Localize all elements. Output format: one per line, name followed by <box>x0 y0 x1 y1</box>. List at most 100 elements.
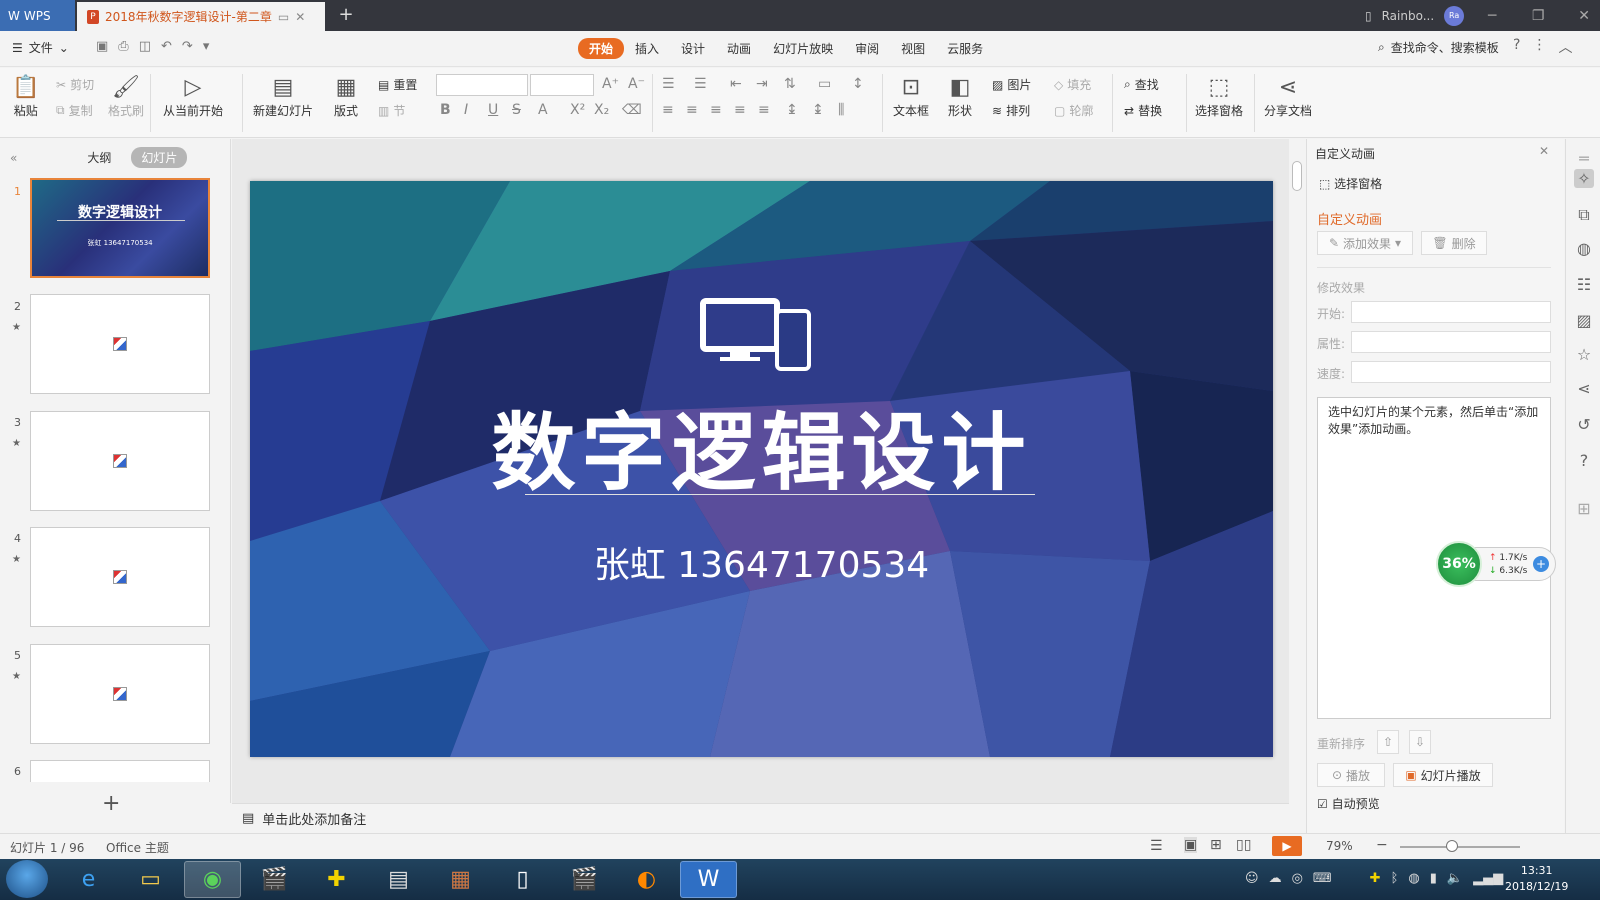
user-name[interactable]: Rainbo... <box>1382 9 1435 23</box>
plus-icon[interactable]: + <box>1533 556 1549 572</box>
share-button[interactable]: ⋖ 分享文档 <box>1264 74 1312 119</box>
checkbox-icon[interactable]: ☑ <box>1317 797 1332 811</box>
new-slide-button[interactable]: ▤ 新建幻灯片 <box>253 74 313 119</box>
ime-icon[interactable]: ⌨ <box>1313 871 1332 886</box>
command-search[interactable]: ⌕ 查找命令、搜索模板 <box>1378 39 1499 56</box>
preview-icon[interactable]: ◫ <box>139 39 151 54</box>
cloud-icon[interactable]: ☁ <box>1269 871 1282 886</box>
picture-button[interactable]: ▨ 图片 <box>992 76 1031 93</box>
slideshow-button[interactable]: ▣ 幻灯片播放 <box>1393 763 1493 787</box>
find-button[interactable]: ⌕ 查找 <box>1124 76 1159 93</box>
animation-icon[interactable]: ✧ <box>1574 169 1594 188</box>
minimize-pane-icon[interactable]: ═ <box>1574 149 1594 168</box>
close-pane-icon[interactable]: ✕ <box>1539 144 1549 158</box>
properties-icon[interactable]: ☷ <box>1574 275 1594 294</box>
delete-button[interactable]: 🗑 删除 <box>1421 231 1487 255</box>
undo-icon[interactable]: ↶ <box>161 39 172 54</box>
layout-button[interactable]: ▦ 版式 <box>334 74 358 119</box>
distribute-icon[interactable]: ≡ <box>758 102 770 118</box>
shape-button[interactable]: ◧ 形状 <box>948 74 972 119</box>
share-icon[interactable]: ⋖ <box>1574 379 1594 398</box>
pin-icon[interactable]: ▭ <box>278 10 289 24</box>
volume-icon[interactable]: 🔈 <box>1447 871 1463 886</box>
bullets-icon[interactable]: ☰ <box>662 76 675 92</box>
restore-icon[interactable]: ❐ <box>1520 8 1556 24</box>
align-center-icon[interactable]: ≡ <box>686 102 698 118</box>
help-icon[interactable]: ? <box>1513 37 1520 57</box>
security-tray-icon[interactable]: ✚ <box>1370 871 1381 886</box>
explorer-icon[interactable]: ▭ <box>122 861 179 898</box>
outline-button[interactable]: ▢ 轮廓 <box>1054 102 1093 119</box>
start-select[interactable] <box>1351 301 1551 323</box>
tab-slideshow[interactable]: 幻灯片放映 <box>762 38 844 59</box>
font-name-select[interactable] <box>436 74 528 96</box>
add-slide-icon[interactable]: + <box>102 791 120 816</box>
network-tray-icon[interactable]: ◍ <box>1408 871 1419 886</box>
network-meter[interactable]: ↑ 1.7K/s ↓ 6.3K/s + 36% <box>1436 541 1558 587</box>
tab-review[interactable]: 审阅 <box>844 38 890 59</box>
vertical-scrollbar[interactable] <box>1289 139 1305 803</box>
save-icon[interactable]: ▣ <box>96 39 108 54</box>
align-right-icon[interactable]: ≡ <box>710 102 722 118</box>
move-down-icon[interactable]: ⇩ <box>1409 730 1431 754</box>
section-button[interactable]: ▥ 节 <box>378 102 405 119</box>
wifi-icon[interactable]: ▂▄▆ <box>1473 871 1503 886</box>
minimize-icon[interactable]: ─ <box>1474 8 1510 24</box>
print-icon[interactable]: ⎙ <box>118 39 128 54</box>
transition-icon[interactable]: ⧉ <box>1574 205 1594 225</box>
notes-area[interactable]: ▤ 单击此处添加备注 <box>232 803 1289 833</box>
wps-taskbar-icon[interactable]: W <box>680 861 737 898</box>
font-color-icon[interactable]: A <box>538 102 548 118</box>
tab-home[interactable]: 开始 <box>578 38 625 59</box>
tab-cloud[interactable]: 云服务 <box>936 38 994 59</box>
copy-button[interactable]: ⧉ 复制 <box>56 102 93 119</box>
bold-icon[interactable]: B <box>440 102 451 118</box>
chrome-icon[interactable]: ◎ <box>1292 871 1303 886</box>
paste-button[interactable]: 📋 粘贴 <box>12 74 39 119</box>
add-effect-button[interactable]: ✎ 添加效果 ▾ <box>1317 231 1413 255</box>
document-tab[interactable]: P 2018年秋数字逻辑设计-第二章 ▭ ✕ <box>77 2 325 31</box>
pane-header[interactable]: 自定义动画 <box>1315 145 1375 162</box>
align-text-icon[interactable]: ▭ <box>818 76 831 92</box>
textbox-button[interactable]: ⊡ 文本框 <box>893 74 929 119</box>
zoom-slider[interactable] <box>1400 846 1520 848</box>
more-icon[interactable]: ⋮ <box>1532 37 1546 57</box>
tab-slides[interactable]: 幻灯片 <box>131 147 188 168</box>
shrink-font-icon[interactable]: A⁻ <box>628 76 645 92</box>
superscript-icon[interactable]: X² <box>570 102 585 118</box>
clock[interactable]: 13:31 2018/12/19 <box>1505 863 1568 895</box>
clear-format-icon[interactable]: ⌫ <box>622 102 642 118</box>
collapse-ribbon-icon[interactable]: ︿ <box>1558 37 1572 57</box>
select-pane-link[interactable]: ⬚ 选择窗格 <box>1319 175 1382 192</box>
new-tab-button[interactable]: + <box>336 5 356 25</box>
notes-toggle-icon[interactable]: ☰ <box>1150 838 1163 854</box>
star-icon[interactable]: ☆ <box>1574 345 1594 364</box>
from-current-button[interactable]: ▷ 从当前开始 <box>163 74 223 119</box>
zoom-level[interactable]: 79% <box>1326 839 1353 853</box>
slide-thumbnail-2[interactable] <box>30 294 210 394</box>
tab-view[interactable]: 视图 <box>890 38 936 59</box>
usb-icon[interactable]: ▮ <box>1430 871 1437 886</box>
file-menu[interactable]: ☰ 文件 ⌄ <box>12 39 69 56</box>
ie-icon[interactable]: e <box>60 861 117 898</box>
close-tab-icon[interactable]: ✕ <box>295 10 305 24</box>
tab-design[interactable]: 设计 <box>670 38 716 59</box>
strikethrough-icon[interactable]: S <box>512 102 521 118</box>
media-icon[interactable]: 🎬 <box>556 861 613 898</box>
scroll-thumb[interactable] <box>1292 161 1302 191</box>
align-left-icon[interactable]: ≡ <box>662 102 674 118</box>
tab-outline[interactable]: 大纲 <box>77 147 121 168</box>
slide-subtitle[interactable]: 张虹 13647170534 <box>250 536 1273 588</box>
grow-font-icon[interactable]: A⁺ <box>602 76 619 92</box>
avatar[interactable]: Ra <box>1444 6 1465 26</box>
move-up-icon[interactable]: ⇧ <box>1377 730 1399 754</box>
justify-icon[interactable]: ≡ <box>734 102 746 118</box>
wps-home-tab[interactable]: W WPS <box>0 0 75 31</box>
apps-icon[interactable]: ⊞ <box>1574 499 1594 518</box>
replace-button[interactable]: ⇄ 替换 <box>1124 102 1162 119</box>
slide-thumbnail-6[interactable] <box>30 760 210 782</box>
slide-thumbnail-5[interactable] <box>30 644 210 744</box>
indent-icon[interactable]: ⇥ <box>756 76 768 92</box>
document-icon[interactable]: ▯ <box>494 861 551 898</box>
gallery-icon[interactable]: ▨ <box>1574 311 1594 330</box>
